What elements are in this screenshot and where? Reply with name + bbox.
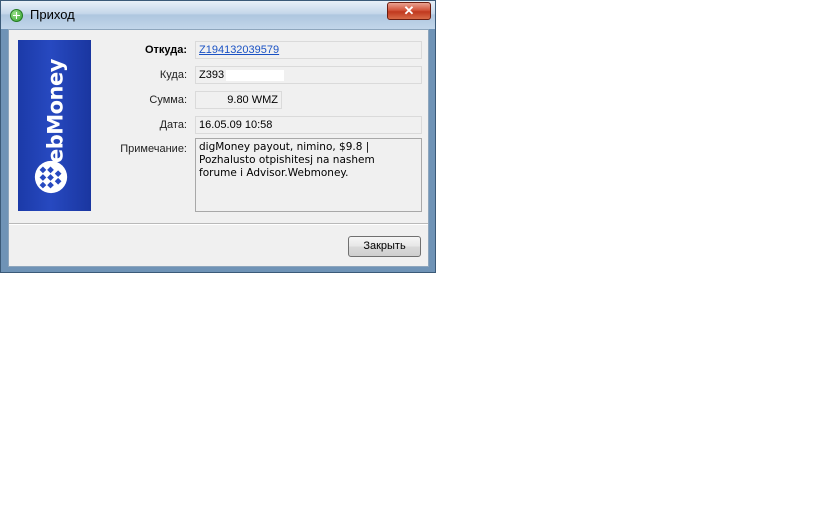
window-title: Приход: [30, 7, 75, 22]
date-field: 16.05.09 10:58: [195, 116, 422, 134]
dialog-client-area: WebMoney Откуда: Z194132039579 Куда: Z39…: [8, 29, 429, 267]
plus-icon: [10, 9, 23, 22]
redacted-area: [226, 69, 285, 81]
window-close-button[interactable]: ✕: [387, 2, 431, 20]
webmoney-logo: WebMoney: [18, 40, 91, 211]
note-textarea[interactable]: digMoney payout, nimino, $9.8 | Pozhalus…: [195, 138, 422, 212]
close-button[interactable]: Закрыть: [348, 236, 421, 257]
amount-label: Сумма:: [149, 94, 187, 106]
to-label: Куда:: [159, 69, 187, 81]
title-bar[interactable]: Приход ✕: [1, 1, 435, 29]
details-panel: WebMoney Откуда: Z194132039579 Куда: Z39…: [9, 30, 428, 224]
to-field: Z393: [195, 66, 422, 84]
transaction-window: Приход ✕ WebMoney Откуда: Z194132039579 …: [0, 0, 436, 273]
button-panel: Закрыть: [9, 224, 428, 267]
to-wallet-value: Z393: [199, 69, 225, 81]
from-label: Откуда:: [144, 44, 187, 56]
from-wallet-link[interactable]: Z194132039579: [199, 44, 279, 56]
date-label: Дата:: [159, 119, 187, 131]
amount-field: 9.80 WMZ: [195, 91, 282, 109]
globe-icon: [34, 160, 68, 194]
from-field: Z194132039579: [195, 41, 422, 59]
note-label: Примечание:: [120, 143, 187, 155]
